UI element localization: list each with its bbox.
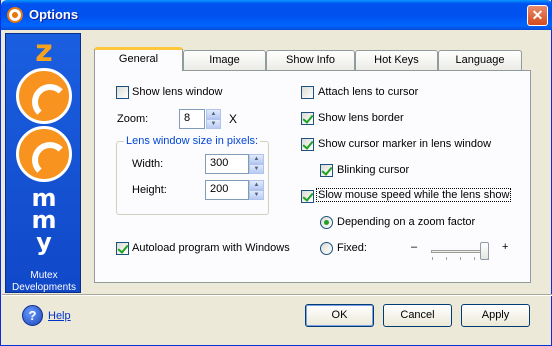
width-spinner[interactable]: ▲ ▼ (249, 154, 264, 174)
zoom-label: Zoom: (117, 113, 149, 125)
company-line-2: Developments (12, 282, 76, 293)
autoload-checkbox[interactable] (116, 242, 129, 255)
ok-button[interactable]: OK (305, 304, 374, 327)
height-input[interactable]: 200 (205, 180, 249, 200)
cancel-button[interactable]: Cancel (383, 304, 452, 327)
slider-minus-label: – (411, 241, 418, 253)
company-line-1: Mutex (30, 270, 58, 281)
lens-size-groupbox (116, 141, 269, 215)
close-button[interactable]: ✕ (527, 5, 548, 26)
slider-tick (446, 257, 447, 260)
width-label: Width: (132, 158, 164, 170)
window-title: Options (29, 7, 79, 22)
slider-plus-label: + (502, 241, 509, 253)
zoom-spinner[interactable]: ▲ ▼ (206, 109, 221, 129)
show-lens-border-checkbox[interactable] (301, 112, 314, 125)
blinking-cursor-checkbox[interactable] (320, 164, 333, 177)
zoommy-app-icon (7, 7, 23, 23)
slow-mouse-label: Slow mouse speed while the lens show (315, 188, 512, 202)
zoom-suffix: X (229, 112, 238, 126)
zoom-input[interactable]: 8 (179, 109, 205, 129)
logo-letter-z: z (35, 34, 53, 69)
logo-o-icon (16, 68, 72, 124)
spin-down-icon[interactable]: ▼ (206, 119, 221, 129)
mouse-speed-slider-thumb[interactable] (480, 242, 489, 260)
show-lens-border-label: Show lens border (318, 112, 404, 124)
autoload-label: Autoload program with Windows (132, 242, 290, 254)
spin-up-icon[interactable]: ▲ (206, 109, 221, 119)
show-lens-window-label: Show lens window (132, 86, 223, 98)
spin-down-icon[interactable]: ▼ (249, 164, 264, 174)
height-label: Height: (132, 184, 167, 196)
lens-size-group-label: Lens window size in pixels: (124, 135, 261, 147)
tab-language[interactable]: Language (438, 50, 522, 70)
slow-mouse-checkbox[interactable] (301, 190, 314, 203)
depending-zoom-label: Depending on a zoom factor (337, 216, 476, 228)
slider-tick (474, 257, 475, 260)
title-bar[interactable]: Options ✕ (1, 0, 552, 30)
depending-zoom-radio[interactable] (320, 216, 333, 229)
tab-general[interactable]: General (94, 47, 183, 71)
attach-lens-checkbox[interactable] (301, 86, 314, 99)
bottom-separator (2, 294, 552, 296)
show-cursor-marker-checkbox[interactable] (301, 138, 314, 151)
spin-up-icon[interactable]: ▲ (249, 180, 264, 190)
apply-button[interactable]: Apply (461, 304, 530, 327)
company-name: Mutex Developments (6, 270, 82, 294)
tab-show-info[interactable]: Show Info (266, 50, 355, 70)
spin-up-icon[interactable]: ▲ (249, 154, 264, 164)
height-spinner[interactable]: ▲ ▼ (249, 180, 264, 200)
tab-hot-keys[interactable]: Hot Keys (355, 50, 438, 70)
help-link[interactable]: Help (48, 310, 71, 322)
logo-o-icon (16, 126, 72, 182)
slider-tick (460, 257, 461, 260)
show-lens-window-checkbox[interactable] (116, 86, 129, 99)
zoommy-logo-panel: z m m y Mutex Developments (5, 33, 81, 293)
blinking-cursor-label: Blinking cursor (337, 164, 410, 176)
width-input[interactable]: 300 (205, 154, 249, 174)
logo-letter-y: y (36, 228, 52, 256)
attach-lens-label: Attach lens to cursor (318, 86, 419, 98)
fixed-label: Fixed: (337, 242, 367, 254)
show-cursor-marker-label: Show cursor marker in lens window (318, 138, 492, 150)
slider-tick (432, 257, 433, 260)
tab-image[interactable]: Image (183, 50, 266, 70)
options-window: Options ✕ z m m y Mutex Developments Gen… (0, 0, 552, 346)
help-question-icon[interactable]: ? (22, 305, 43, 326)
fixed-radio[interactable] (320, 242, 333, 255)
spin-down-icon[interactable]: ▼ (249, 190, 264, 200)
